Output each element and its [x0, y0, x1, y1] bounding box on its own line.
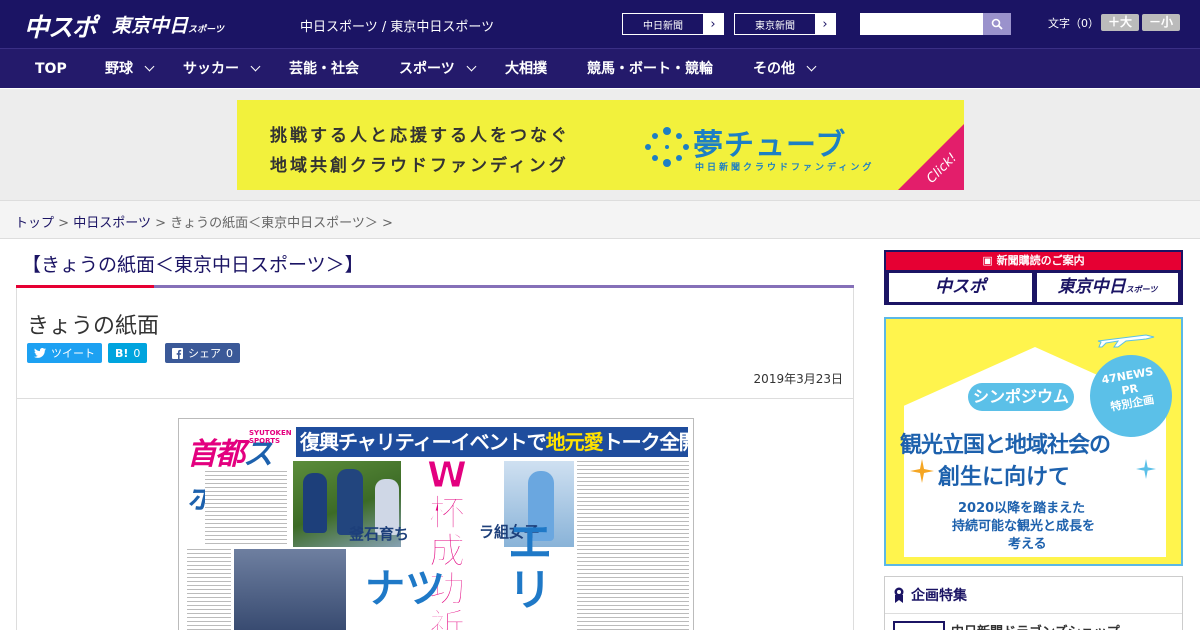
ribbon-icon — [894, 587, 904, 603]
banner-area: 挑戦する人と応援する人をつなぐ 地域共創クラウドファンディング 夢チューブ 中日… — [0, 89, 1200, 200]
ad-line-1: 挑戦する人と応援する人をつなぐ — [270, 126, 570, 146]
chevron-down-icon — [250, 61, 261, 72]
chunichi-shimbun-link[interactable]: 中日新聞 › — [622, 13, 724, 35]
chevron-down-icon — [466, 61, 477, 72]
nav-entertainment[interactable]: 芸能・社会 — [289, 49, 359, 89]
nav-sports[interactable]: スポーツ — [399, 49, 477, 89]
newspaper-masthead: 首都スポ SYUTOKEN SPORTS — [187, 427, 297, 516]
subscription-title: ▣ 新聞購読のご案内 — [886, 252, 1181, 270]
article-date: 2019年3月23日 — [753, 372, 843, 386]
font-smaller-button[interactable]: －小 — [1142, 14, 1180, 31]
main-nav: TOP 野球 サッカー 芸能・社会 スポーツ 大相撲 競馬・ボート・競輪 その他 — [0, 48, 1200, 88]
breadcrumb-bar: トップ > 中日スポーツ > きょうの紙面＜東京中日スポーツ＞ > — [0, 200, 1200, 239]
logo-chuspo[interactable]: 中スポ — [24, 8, 97, 44]
big-headline-eri: エリ — [508, 517, 552, 616]
symposium-ad-banner[interactable]: シンポジウム 47NEWS PR 特別企画 観光立国と地域社会の 創生に向けて … — [884, 317, 1183, 566]
feature-section-title: 企画特集 — [893, 585, 967, 605]
dots-logo-icon — [645, 127, 689, 167]
tokyo-shimbun-link[interactable]: 東京新聞 › — [734, 13, 836, 35]
hatena-bookmark-button[interactable]: B! 0 — [108, 343, 148, 363]
newspaper-label-kamaishi: 釜石育ち — [349, 525, 410, 543]
site-tagline: 中日スポーツ / 東京中日スポーツ — [300, 20, 495, 35]
font-larger-button[interactable]: ＋大 — [1101, 14, 1139, 31]
nav-other[interactable]: その他 — [753, 49, 817, 89]
nav-sumo[interactable]: 大相撲 — [505, 49, 547, 89]
logo-tokyo-chunichi[interactable]: 東京中日スポーツ — [112, 11, 224, 38]
symposium-sub-2: 持続可能な観光と成長を — [952, 519, 1096, 534]
newspaper-column — [577, 461, 689, 630]
symposium-title-1: 観光立国と地域社会の — [900, 433, 1111, 458]
breadcrumb-current: きょうの紙面＜東京中日スポーツ＞ — [170, 216, 378, 231]
search-input[interactable] — [860, 13, 984, 35]
chevron-down-icon — [806, 61, 817, 72]
panel-photo — [234, 549, 346, 630]
newspaper-column — [205, 471, 287, 545]
ad-brand-name: 夢チューブ — [693, 128, 847, 163]
breadcrumb-section[interactable]: 中日スポーツ — [73, 216, 151, 231]
symposium-sub-3: 考える — [1008, 537, 1047, 552]
chevron-down-icon — [144, 61, 155, 72]
font-size-label: 文字（0） — [1048, 17, 1099, 30]
tweet-button[interactable]: ツイート — [27, 343, 102, 363]
ad-line-2: 地域共創クラウドファンディング — [270, 156, 569, 176]
symposium-sub-1: 2020以降を踏まえた — [958, 501, 1086, 516]
newspaper-icon: ▣ — [982, 254, 997, 267]
search-button[interactable] — [983, 13, 1011, 35]
divider — [17, 398, 853, 399]
facebook-share-button[interactable]: シェア 0 — [165, 343, 240, 363]
site-header: 中スポ 東京中日スポーツ 中日スポーツ / 東京中日スポーツ 中日新聞 › 東京… — [0, 0, 1200, 48]
divider — [885, 613, 1182, 614]
twitter-icon — [34, 348, 46, 358]
big-headline-natsu: ナツ — [365, 566, 445, 612]
airplane-icon — [1097, 334, 1155, 348]
subscribe-chuspo-button[interactable]: 中スポ — [889, 273, 1032, 302]
subscription-box: ▣ 新聞購読のご案内 中スポ 東京中日スポーツ — [884, 250, 1183, 305]
article-title: きょうの紙面 — [27, 314, 160, 339]
nav-soccer[interactable]: サッカー — [183, 49, 261, 89]
feature-section: 企画特集 中日新聞ドラゴンズショップ — [884, 576, 1183, 630]
subscribe-tokyo-button[interactable]: 東京中日スポーツ — [1037, 273, 1178, 302]
newspaper-column — [187, 549, 231, 630]
breadcrumb: トップ > 中日スポーツ > きょうの紙面＜東京中日スポーツ＞ > — [15, 216, 393, 231]
symposium-pill: シンポジウム — [968, 383, 1074, 411]
feature-item-dragons-shop[interactable]: 中日新聞ドラゴンズショップ — [951, 621, 1120, 630]
nav-top[interactable]: TOP — [35, 49, 67, 89]
article: きょうの紙面 ツイート B! 0 シェア 0 2019年3月23日 首都スポ S… — [16, 288, 854, 630]
sparkle-icon — [910, 459, 934, 483]
hatena-icon: B! — [115, 346, 129, 360]
facebook-icon — [172, 347, 183, 359]
chevron-right-icon: › — [815, 14, 835, 34]
page-heading: 【きょうの紙面＜東京中日スポーツ＞】 — [22, 254, 364, 276]
sparkle-icon — [1136, 459, 1156, 479]
nav-racing[interactable]: 競馬・ボート・競輪 — [587, 49, 713, 89]
newspaper-headline: 復興チャリティーイベントで地元愛トーク全開 — [296, 427, 693, 457]
ad-brand-sub: 中日新聞クラウドファンディング — [695, 163, 875, 173]
nav-baseball[interactable]: 野球 — [105, 49, 155, 89]
breadcrumb-home[interactable]: トップ — [15, 216, 54, 231]
symposium-title-2: 創生に向けて — [938, 465, 1071, 490]
dragons-shop-thumbnail[interactable] — [893, 621, 945, 630]
yume-tube-ad-banner[interactable]: 挑戦する人と応援する人をつなぐ 地域共創クラウドファンディング 夢チューブ 中日… — [237, 100, 964, 190]
search-icon — [991, 18, 1003, 30]
chevron-right-icon: › — [703, 14, 723, 34]
newspaper-front-page-image[interactable]: 首都スポ SYUTOKEN SPORTS 復興チャリティーイベントで地元愛トーク… — [178, 418, 694, 630]
